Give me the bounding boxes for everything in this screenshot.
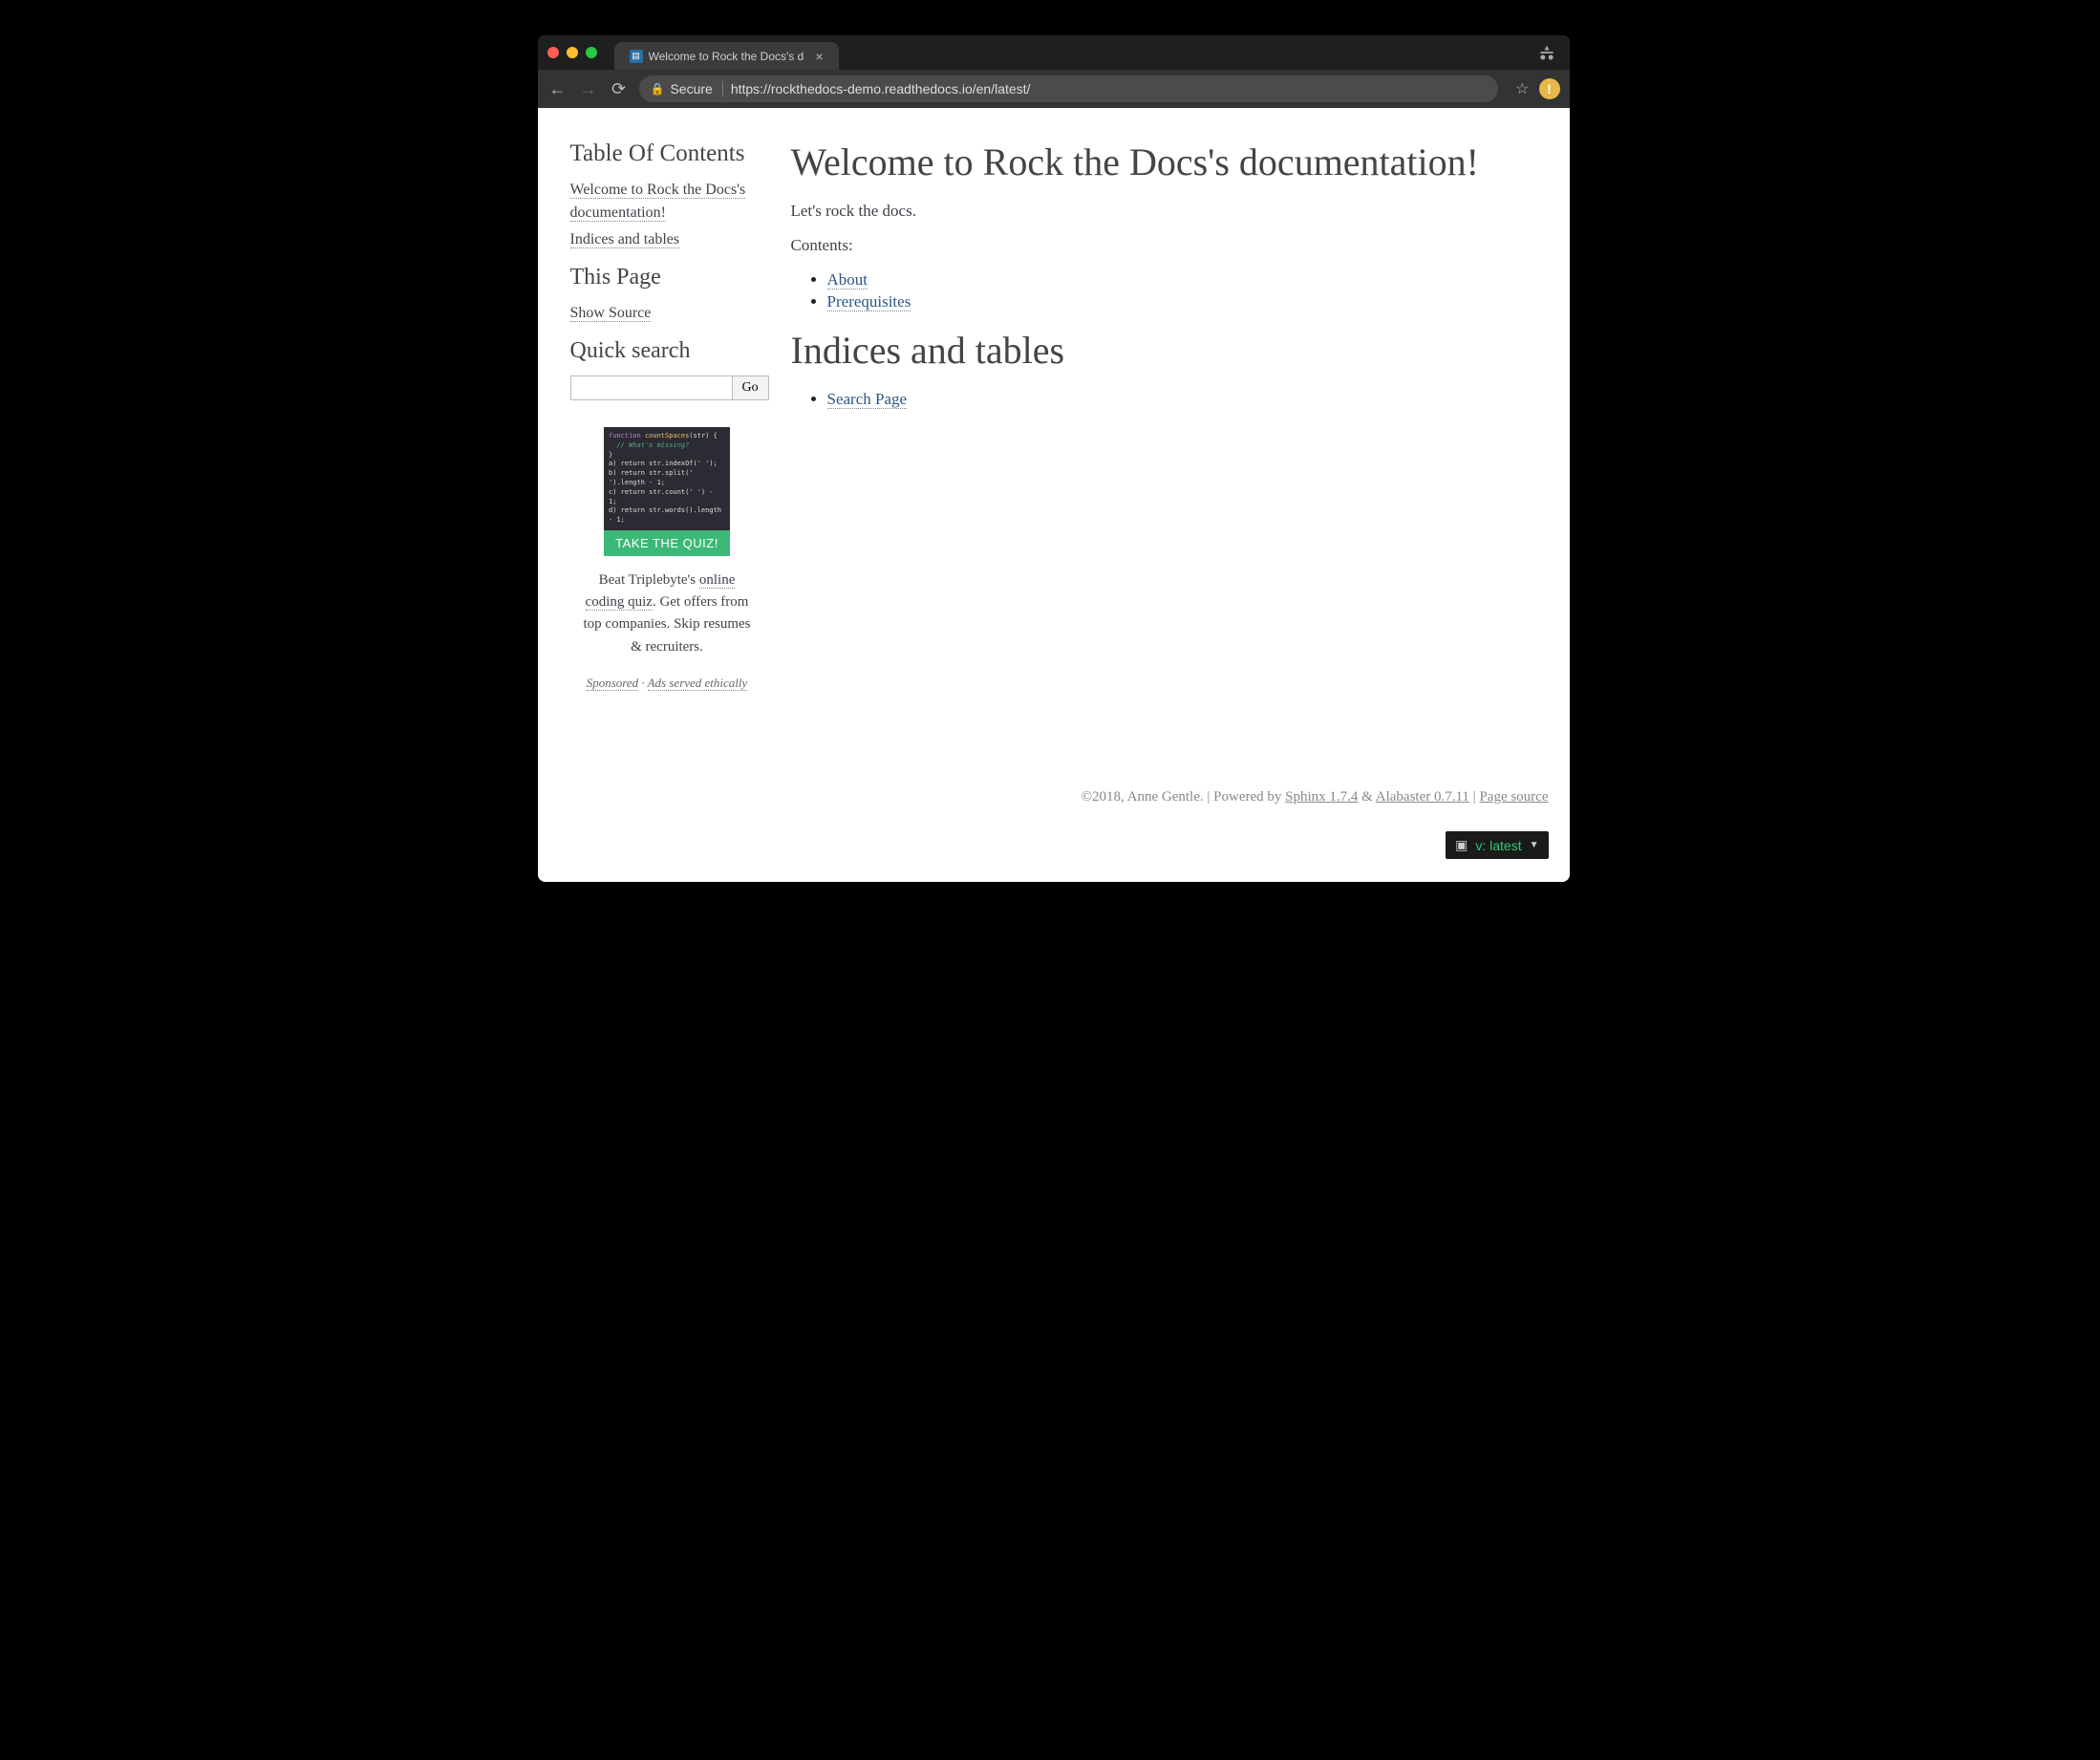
contents-label: Contents: (791, 236, 1545, 255)
ethics-link[interactable]: Ads served ethically (648, 676, 748, 691)
lock-icon: 🔒 (651, 82, 665, 96)
minimize-window-button[interactable] (567, 47, 578, 58)
contents-link-about[interactable]: About (827, 270, 868, 290)
back-button[interactable]: ← (547, 79, 568, 99)
sidebar-item-welcome[interactable]: Welcome to Rock the Docs's documentation… (570, 182, 746, 222)
secure-indicator: 🔒 Secure (651, 81, 723, 97)
page-title: Welcome to Rock the Docs's documentation… (791, 139, 1545, 186)
tab-title: Welcome to Rock the Docs's d (649, 50, 806, 63)
favicon-icon: ▤ (630, 50, 643, 63)
this-page-heading: This Page (570, 265, 764, 290)
bookmark-icon[interactable]: ☆ (1515, 79, 1529, 98)
close-tab-icon[interactable]: × (816, 49, 824, 64)
ad-image: function countSpaces(str) { // What's mi… (604, 427, 730, 530)
forward-button[interactable]: → (578, 79, 599, 99)
profile-avatar[interactable]: ! (1539, 78, 1560, 99)
search-form: Go (570, 376, 764, 400)
page-source-link[interactable]: Page source (1479, 789, 1548, 805)
copyright-text: ©2018, Anne Gentle. (1082, 789, 1208, 805)
url-text: https://rockthedocs-demo.readthedocs.io/… (731, 81, 1031, 97)
list-item: About (827, 270, 1545, 290)
incognito-icon (1537, 43, 1556, 67)
sidebar-ad[interactable]: function countSpaces(str) { // What's mi… (574, 427, 761, 691)
main-content: Welcome to Rock the Docs's documentation… (782, 108, 1570, 882)
section-heading-indices: Indices and tables (791, 327, 1545, 375)
sponsored-link[interactable]: Sponsored (587, 676, 638, 691)
sphinx-link[interactable]: Sphinx 1.7.4 (1285, 789, 1358, 805)
sidebar: Table Of Contents Welcome to Rock the Do… (538, 108, 782, 882)
contents-list: About Prerequisites (791, 270, 1545, 311)
address-bar[interactable]: 🔒 Secure https://rockthedocs-demo.readth… (639, 75, 1499, 102)
browser-tab[interactable]: ▤ Welcome to Rock the Docs's d × (614, 42, 839, 70)
search-go-button[interactable]: Go (733, 376, 769, 400)
browser-window: ▤ Welcome to Rock the Docs's d × ← → ⟳ 🔒… (538, 35, 1570, 882)
caret-down-icon: ▼ (1530, 840, 1539, 850)
quick-search-heading: Quick search (570, 338, 764, 364)
close-window-button[interactable] (547, 47, 559, 58)
url-bar: ← → ⟳ 🔒 Secure https://rockthedocs-demo.… (538, 70, 1570, 108)
list-item: Prerequisites (827, 292, 1545, 311)
tab-bar: ▤ Welcome to Rock the Docs's d × (538, 35, 1570, 70)
rtd-version-badge[interactable]: ▣ v: latest ▼ (1446, 831, 1548, 859)
page-footer: ©2018, Anne Gentle. | Powered by Sphinx … (825, 789, 1549, 805)
sidebar-item-indices[interactable]: Indices and tables (570, 231, 680, 248)
show-source-link[interactable]: Show Source (570, 305, 652, 322)
index-link-search[interactable]: Search Page (827, 390, 908, 409)
maximize-window-button[interactable] (586, 47, 597, 58)
window-controls (547, 47, 597, 58)
contents-link-prerequisites[interactable]: Prerequisites (827, 292, 911, 311)
search-input[interactable] (570, 376, 733, 400)
reload-button[interactable]: ⟳ (609, 79, 630, 99)
toc-heading: Table Of Contents (570, 140, 764, 167)
ad-text: Beat Triplebyte's online coding quiz. Ge… (574, 569, 761, 658)
alabaster-link[interactable]: Alabaster 0.7.11 (1376, 789, 1469, 805)
indices-list: Search Page (791, 390, 1545, 409)
intro-paragraph: Let's rock the docs. (791, 202, 1545, 221)
ad-cta[interactable]: TAKE THE QUIZ! (604, 530, 730, 556)
book-icon: ▣ (1455, 837, 1468, 853)
secure-label: Secure (670, 81, 712, 97)
ad-footer: Sponsored · Ads served ethically (574, 676, 761, 691)
page-viewport: Table Of Contents Welcome to Rock the Do… (538, 108, 1570, 882)
list-item: Search Page (827, 390, 1545, 409)
rtd-version-label: v: latest (1475, 838, 1521, 853)
